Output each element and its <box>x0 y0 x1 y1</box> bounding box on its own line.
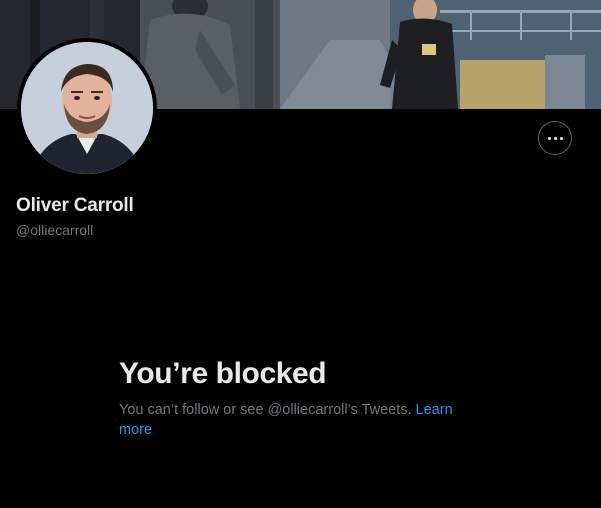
user-handle: @olliecarroll <box>16 222 94 238</box>
dot <box>553 136 557 140</box>
display-name: Oliver Carroll <box>16 195 134 216</box>
profile-photo-icon <box>21 42 153 174</box>
more-icon <box>547 136 563 140</box>
dot <box>559 136 563 140</box>
dot <box>547 136 551 140</box>
blocked-message-text: You can’t follow or see @olliecarroll’s … <box>119 402 412 418</box>
blocked-title: You’re blocked <box>119 357 327 390</box>
profile-page: Oliver Carroll @olliecarroll You’re bloc… <box>0 0 601 508</box>
blocked-notice: You’re blocked You can’t follow or see @… <box>119 356 499 440</box>
avatar-image <box>21 42 153 174</box>
more-button[interactable] <box>538 121 572 155</box>
blocked-message: You can’t follow or see @olliecarroll’s … <box>119 400 489 440</box>
avatar[interactable] <box>17 38 157 178</box>
